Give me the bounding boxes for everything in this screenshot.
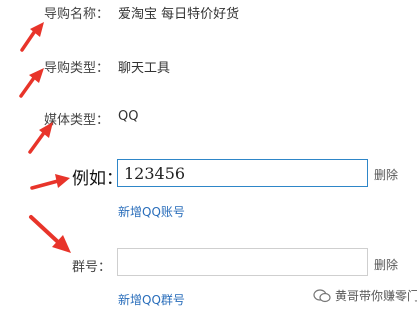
delete-qq-account-button[interactable]: 删除 [374, 166, 398, 183]
example-label: 例如： [72, 169, 123, 189]
guide-name-label: 导购名称： [44, 7, 110, 22]
add-qq-account-link[interactable]: 新增QQ账号 [118, 203, 185, 220]
guide-name-value: 爱淘宝 每日特价好货 [118, 7, 240, 22]
group-number-label: 群号： [72, 260, 112, 275]
wechat-icon [313, 288, 331, 302]
guide-type-label: 导购类型： [44, 61, 110, 76]
annotation-arrow-5 [29, 215, 71, 253]
delete-qq-group-button[interactable]: 删除 [374, 256, 398, 273]
annotation-arrow-3 [28, 122, 53, 154]
annotation-arrow-1 [20, 22, 44, 52]
watermark-text: 黄哥带你赚零门 [335, 289, 417, 303]
qq-group-input[interactable] [117, 248, 368, 276]
annotation-arrow-4 [30, 174, 70, 190]
qq-account-input[interactable] [117, 159, 368, 187]
media-type-value: QQ [118, 109, 139, 124]
watermark: 黄哥带你赚零门 [313, 287, 417, 304]
annotation-arrow-2 [19, 68, 44, 98]
add-qq-group-link[interactable]: 新增QQ群号 [118, 291, 185, 308]
guide-type-value: 聊天工具 [118, 61, 171, 76]
